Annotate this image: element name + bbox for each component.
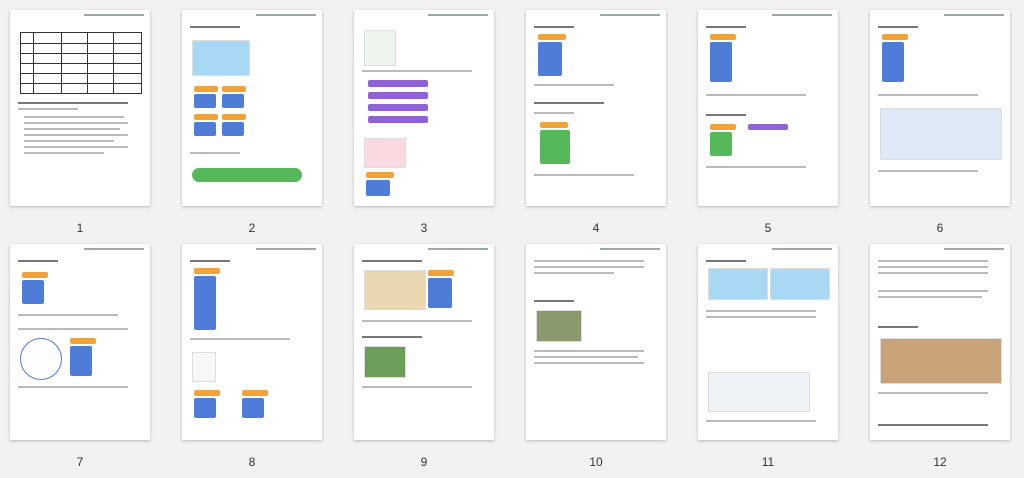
page-number: 8 — [248, 455, 256, 469]
score-table — [20, 32, 142, 94]
page-number: 1 — [76, 221, 84, 235]
page-preview — [870, 244, 1010, 440]
page-preview — [354, 244, 494, 440]
page-thumbnail-grid: 1 2 3 4 5 6 7 8 9 10 11 12 — [0, 0, 1024, 478]
page-number: 6 — [936, 221, 944, 235]
page-preview — [10, 10, 150, 206]
page-number: 3 — [420, 221, 428, 235]
page-preview — [698, 10, 838, 206]
page-number: 12 — [933, 455, 947, 469]
page-number: 4 — [592, 221, 600, 235]
page-number: 11 — [761, 455, 775, 469]
page-number: 2 — [248, 221, 256, 235]
page-preview — [354, 10, 494, 206]
page-preview — [182, 10, 322, 206]
page-preview — [182, 244, 322, 440]
page-preview — [698, 244, 838, 440]
page-number: 7 — [76, 455, 84, 469]
page-preview — [526, 10, 666, 206]
page-preview — [10, 244, 150, 440]
page-number: 10 — [589, 455, 603, 469]
page-number: 5 — [764, 221, 772, 235]
page-number: 9 — [420, 455, 428, 469]
page-preview — [870, 10, 1010, 206]
page-preview — [526, 244, 666, 440]
